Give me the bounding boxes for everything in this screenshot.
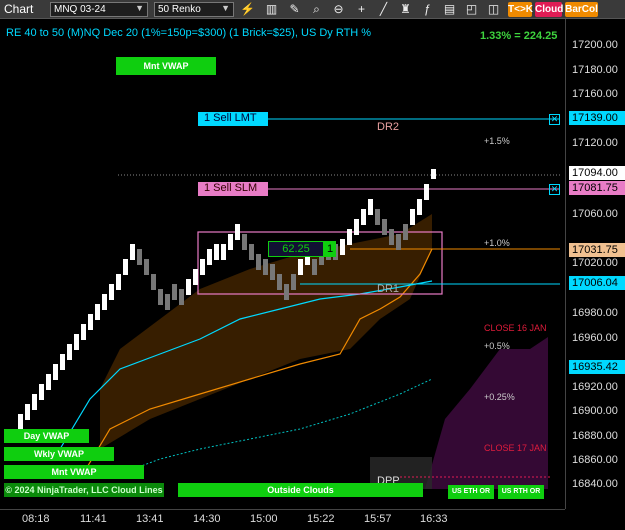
chevron-down-icon: ▼ xyxy=(221,3,230,13)
time-tick: 15:22 xyxy=(307,513,335,525)
price-tick: 17200.00 xyxy=(572,39,618,51)
price-tick: 16860.00 xyxy=(572,454,618,466)
us-eth-or-button[interactable]: US ETH OR xyxy=(448,485,494,499)
copyright-text: © 2024 NinjaTrader, LLC xyxy=(5,485,109,495)
close-16-jan-label: CLOSE 16 JAN xyxy=(484,323,547,333)
data-series-icon[interactable]: ⚡ xyxy=(240,2,255,17)
price-tick: 16920.00 xyxy=(572,381,618,393)
time-tick: 15:00 xyxy=(250,513,278,525)
day-vwap-button[interactable]: Day VWAP xyxy=(4,429,89,443)
us-rth-or-button[interactable]: US RTH OR xyxy=(498,485,544,499)
lmt-price-marker: 17139.00 xyxy=(569,111,625,125)
tk-button[interactable]: T<>K xyxy=(508,2,533,17)
wkly-vwap-button[interactable]: Wkly VWAP xyxy=(4,447,114,461)
price-tick: 17060.00 xyxy=(572,208,618,220)
share-icon[interactable]: ◰ xyxy=(464,2,479,17)
time-tick: 13:41 xyxy=(136,513,164,525)
price-tick: 17180.00 xyxy=(572,64,618,76)
instrument-selector[interactable]: MNQ 03-24 ▼ xyxy=(50,2,148,17)
price-tick: 17160.00 xyxy=(572,88,618,100)
chart-title: RE 40 to 50 (M)NQ Dec 20 (1%=150p=$300) … xyxy=(6,27,372,39)
dr1-price-marker: 17006.04 xyxy=(569,276,625,290)
crosshair-icon[interactable]: + xyxy=(354,2,369,17)
time-tick: 14:30 xyxy=(193,513,221,525)
price-tick: 16960.00 xyxy=(572,332,618,344)
outside-clouds-button[interactable]: Outside Clouds xyxy=(178,483,423,497)
position-qty-box[interactable]: 1 xyxy=(324,241,336,257)
pct-label-1-5: +1.5% xyxy=(484,136,510,146)
cancel-lmt-icon[interactable]: ✕ xyxy=(549,114,560,125)
template-icon[interactable]: ▤ xyxy=(442,2,457,17)
cancel-slm-icon[interactable]: ✕ xyxy=(549,184,560,195)
cloud-lines-button[interactable]: © 2024 NinjaTrader, LLC Cloud Lines xyxy=(4,483,164,497)
position-avg-box[interactable]: 62.25 xyxy=(268,241,324,257)
mnt-vwap-bottom-button[interactable]: Mnt VWAP xyxy=(4,465,144,479)
price-tick: 17120.00 xyxy=(572,137,618,149)
properties-icon[interactable]: ▥ xyxy=(264,2,279,17)
price-axis[interactable]: 17200.00 17180.00 17160.00 17120.00 1706… xyxy=(565,19,625,509)
pct-change: 1.33% = 224.25 xyxy=(480,30,558,42)
price-tick: 16840.00 xyxy=(572,478,618,490)
window-title: Chart xyxy=(4,2,34,16)
zoom-out-icon[interactable]: ⊖ xyxy=(331,2,346,17)
dpp-price-marker: 16935.42 xyxy=(569,360,625,374)
dr1-label: DR1 xyxy=(377,283,400,295)
sell-slm-order[interactable]: 1 Sell SLM xyxy=(198,182,268,196)
time-tick: 11:41 xyxy=(80,513,107,525)
price-tick: 17020.00 xyxy=(572,257,618,269)
pct-label-1-0: +1.0% xyxy=(484,238,510,248)
chevron-down-icon: ▼ xyxy=(135,3,144,13)
barcol-button[interactable]: BarCol xyxy=(565,2,598,17)
pct-label-0-25: +0.25% xyxy=(484,392,515,402)
strategy-icon[interactable]: ♜ xyxy=(398,2,413,17)
time-tick: 15:57 xyxy=(364,513,392,525)
pencil-icon[interactable]: ✎ xyxy=(287,2,302,17)
instrument-value: MNQ 03-24 xyxy=(54,4,106,15)
snapshot-icon[interactable]: ◫ xyxy=(486,2,501,17)
mnt-vwap-button[interactable]: Mnt VWAP xyxy=(116,57,216,75)
drawing-icon[interactable]: ╱ xyxy=(376,2,391,17)
dr2-label: DR2 xyxy=(377,121,400,133)
time-axis[interactable]: 08:18 11:41 13:41 14:30 15:00 15:22 15:5… xyxy=(0,509,565,530)
pct-label-0-5: +0.5% xyxy=(484,341,510,351)
cloud-button[interactable]: Cloud xyxy=(535,2,563,17)
magnify-icon[interactable]: ⌕ xyxy=(309,2,324,17)
close-17-jan-label: CLOSE 17 JAN xyxy=(484,443,547,453)
price-tick: 16900.00 xyxy=(572,405,618,417)
sell-lmt-order[interactable]: 1 Sell LMT xyxy=(198,112,268,126)
price-tick: 16880.00 xyxy=(572,430,618,442)
dr-price-marker: 17031.75 xyxy=(569,243,625,257)
chart-panel[interactable]: RE 40 to 50 (M)NQ Dec 20 (1%=150p=$300) … xyxy=(0,19,565,509)
bar-type-value: 50 Renko xyxy=(158,4,201,15)
slm-price-marker: 17081.75 xyxy=(569,181,625,195)
time-tick: 08:18 xyxy=(22,513,50,525)
cloud-lines-label: Cloud Lines xyxy=(111,485,163,495)
last-price-marker: 17094.00 xyxy=(569,166,625,180)
indicator-icon[interactable]: ƒ xyxy=(420,2,435,17)
bar-type-selector[interactable]: 50 Renko ▼ xyxy=(154,2,234,17)
chart-toolbar: Chart MNQ 03-24 ▼ 50 Renko ▼ ⚡ ▥ ✎ ⌕ ⊖ +… xyxy=(0,0,625,19)
time-tick: 16:33 xyxy=(420,513,448,525)
price-tick: 16980.00 xyxy=(572,307,618,319)
